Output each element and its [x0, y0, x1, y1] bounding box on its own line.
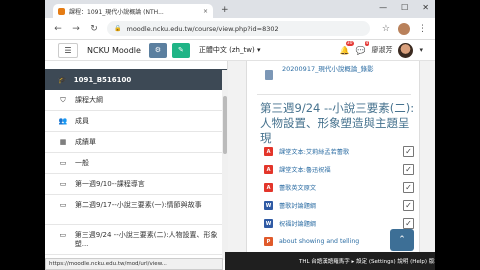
tab-title: 課程：1091_現代小說概論 (NTH... — [69, 8, 164, 16]
forward-arrow-icon[interactable]: → — [71, 24, 81, 34]
minimize-icon[interactable]: — — [379, 3, 387, 12]
pdf-icon: A — [264, 147, 273, 156]
drawer-item-label: 成績單 — [75, 138, 96, 146]
section-divider — [257, 94, 411, 95]
nav-drawer: 🎓 1091_B516100 ⛉ 課程大綱 👥 成員 ▦ 成績單 ▭ 一般 ▭ … — [45, 61, 228, 262]
activity-link[interactable]: 祝福討論題綱 — [279, 219, 403, 228]
drawer-item-label: 第二週9/17--小說三要素(一):情節與故事 — [75, 201, 202, 209]
users-icon: 👥 — [58, 117, 68, 125]
browser-window: 課程：1091_現代小說概論 (NTH... × + — ☐ ✕ ← → ↻ 🔒… — [45, 0, 435, 270]
edit-mode-button[interactable]: ✎ — [171, 42, 190, 58]
lock-icon: 🔒 — [114, 25, 122, 32]
moodle-favicon-icon — [58, 7, 65, 15]
file-icon — [265, 70, 273, 80]
recording-resource[interactable] — [265, 68, 273, 80]
browser-tab[interactable]: 課程：1091_現代小說概論 (NTH... × — [53, 4, 213, 18]
message-count: 4 — [364, 40, 370, 46]
drawer-item-label: 一般 — [75, 159, 89, 167]
course-code: 1091_B516100 — [73, 75, 132, 84]
notifications-button[interactable]: 🔔 30 — [339, 40, 354, 55]
maximize-icon[interactable]: ☐ — [401, 3, 408, 12]
drawer-item-week3[interactable]: ▭ 第三週9/24 --小說三要素(二):人物設置、形象塑... — [45, 225, 227, 255]
chat-icon: 💬 — [355, 45, 366, 55]
activity-link[interactable]: 課堂文本:魯迅祝福 — [279, 165, 403, 174]
back-to-top-button[interactable]: ⌃ — [390, 229, 414, 251]
pencil-icon: ✎ — [177, 46, 184, 54]
drawer-item-grades[interactable]: ▦ 成績單 — [45, 132, 227, 153]
settings-button[interactable]: ⚙ — [148, 42, 167, 58]
address-url: moodle.ncku.edu.tw/course/view.php?id=83… — [126, 24, 279, 33]
graduation-cap-icon: 🎓 — [58, 75, 67, 84]
completion-checkbox[interactable]: ✓ — [403, 146, 414, 157]
activity-link[interactable]: 課堂文本:艾莉絲孟若蕾歌 — [279, 147, 403, 156]
page-footer: THL 台語漢語羅馬字 ▸ 設定 (Settings) 說明 (Help) 版本… — [225, 252, 435, 270]
activity-link[interactable]: about showing and telling — [279, 238, 403, 245]
drawer-item-week2[interactable]: ▭ 第二週9/17--小說三要素(一):情節與故事 — [45, 195, 227, 225]
tab-close-icon[interactable]: × — [203, 8, 213, 15]
folder-icon: ▭ — [59, 159, 67, 167]
user-avatar[interactable] — [398, 42, 414, 58]
language-label: 正體中文 (zh_tw) — [198, 46, 255, 54]
user-area: 🔔 30 💬 4 廖淑芳 ▾ — [339, 40, 435, 58]
drawer-item-label: 成員 — [75, 117, 89, 125]
activity-row[interactable]: A 課堂文本:艾莉絲孟若蕾歌 ✓ — [264, 145, 414, 158]
folder-icon: ▭ — [59, 201, 67, 209]
completion-checkbox[interactable]: ✓ — [403, 182, 414, 193]
shield-icon: ⛉ — [60, 95, 66, 104]
grades-icon: ▦ — [59, 138, 67, 146]
folder-icon: ▭ — [59, 231, 67, 239]
moodle-header: ☰ NCKU Moodle ⚙ ✎ 正體中文 (zh_tw) ▾ 🔔 30 💬 4 … — [45, 40, 435, 61]
user-menu-caret-icon[interactable]: ▾ — [419, 46, 423, 54]
drawer-toggle-button[interactable]: ☰ — [58, 42, 78, 58]
word-icon: W — [264, 201, 273, 210]
drawer-item-general[interactable]: ▭ 一般 — [45, 153, 227, 174]
star-icon[interactable]: ☆ — [382, 24, 390, 34]
scrollbar-thumb[interactable] — [223, 96, 227, 154]
pdf-icon: A — [264, 165, 273, 174]
hamburger-icon: ☰ — [64, 45, 72, 55]
completion-checkbox[interactable]: ✓ — [403, 200, 414, 211]
activity-row[interactable]: A 蕾歌英文原文 ✓ — [264, 181, 414, 194]
drawer-item-week1[interactable]: ▭ 第一週9/10--課程導言 — [45, 174, 227, 195]
back-arrow-icon[interactable]: ← — [53, 24, 63, 34]
activity-link[interactable]: 蕾歌討論題綱 — [279, 201, 403, 210]
status-bar-url: https://moodle.ncku.edu.tw/mod/url/view.… — [45, 258, 223, 270]
language-menu[interactable]: 正體中文 (zh_tw) ▾ — [199, 45, 261, 55]
profile-avatar[interactable] — [398, 22, 410, 35]
window-controls: — ☐ ✕ — [379, 3, 429, 12]
menu-dots-icon[interactable]: ⋮ — [418, 24, 427, 34]
site-name[interactable]: NCKU Moodle — [87, 46, 141, 55]
messages-button[interactable]: 💬 4 — [355, 40, 370, 55]
activity-link[interactable]: 蕾歌英文原文 — [279, 183, 403, 192]
user-name[interactable]: 廖淑芳 — [371, 45, 392, 55]
completion-checkbox[interactable]: ✓ — [403, 164, 414, 175]
section-title: 第三週9/24 --小說三要素(二):人物設置、形象塑造與主題呈現 — [260, 101, 415, 145]
drawer-course-link[interactable]: 🎓 1091_B516100 — [45, 69, 227, 90]
drawer-item-syllabus[interactable]: ⛉ 課程大綱 — [45, 90, 227, 111]
notification-count: 30 — [345, 40, 354, 46]
bell-icon: 🔔 — [339, 45, 350, 55]
activity-row[interactable]: A 課堂文本:魯迅祝福 ✓ — [264, 163, 414, 176]
recording-link[interactable]: 20200917_現代小說概論_錄影 — [282, 63, 374, 73]
activity-row[interactable]: W 蕾歌討論題綱 ✓ — [264, 199, 414, 212]
address-bar[interactable]: 🔒 moodle.ncku.edu.tw/course/view.php?id=… — [107, 21, 370, 36]
reload-icon[interactable]: ↻ — [89, 24, 99, 34]
folder-icon: ▭ — [59, 180, 67, 188]
new-tab-button[interactable]: + — [221, 5, 229, 15]
browser-toolbar: ← → ↻ 🔒 moodle.ncku.edu.tw/course/view.p… — [45, 18, 435, 40]
gear-icon: ⚙ — [154, 46, 162, 54]
browser-titlebar: 課程：1091_現代小說概論 (NTH... × + — ☐ ✕ — [45, 0, 435, 18]
powerpoint-icon: P — [264, 237, 273, 246]
pdf-icon: A — [264, 183, 273, 192]
close-window-icon[interactable]: ✕ — [422, 3, 429, 12]
drawer-item-label: 課程大綱 — [75, 96, 103, 104]
chevron-up-icon: ⌃ — [398, 235, 406, 245]
drawer-item-label: 第三週9/24 --小說三要素(二):人物設置、形象塑... — [74, 231, 218, 248]
drawer-item-label: 第一週9/10--課程導言 — [75, 180, 145, 188]
word-icon: W — [264, 219, 273, 228]
browser-actions: ☆ ⋮ — [382, 22, 435, 35]
completion-checkbox[interactable]: ✓ — [403, 218, 414, 229]
caret-down-icon: ▾ — [256, 46, 261, 54]
drawer-item-participants[interactable]: 👥 成員 — [45, 111, 227, 132]
